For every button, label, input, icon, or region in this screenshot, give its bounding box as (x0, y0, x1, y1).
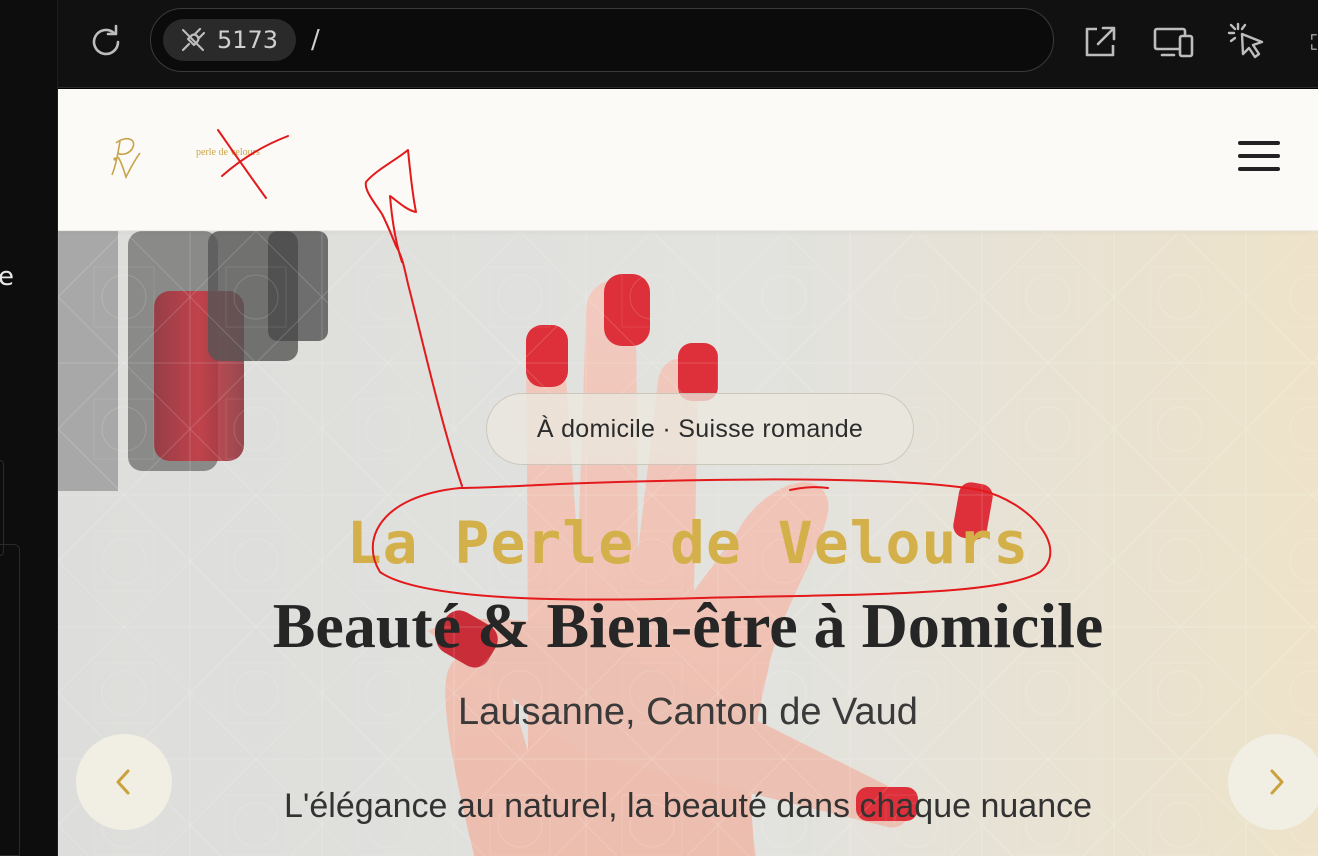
logo-wordmark[interactable]: perle de velours (196, 147, 260, 158)
browser-toolbar: 5173 / (58, 0, 1318, 88)
logo-monogram[interactable] (106, 133, 144, 183)
carousel-next-button[interactable] (1228, 734, 1318, 830)
fullscreen-icon (1311, 34, 1317, 50)
reload-button[interactable] (86, 22, 126, 62)
carousel-prev-button[interactable] (76, 734, 172, 830)
sidebar-frame (0, 460, 4, 556)
editor-side-panel: e (0, 0, 58, 856)
menu-line (1238, 167, 1280, 171)
responsive-devices-icon (1153, 27, 1194, 58)
open-external-icon (1085, 26, 1116, 57)
hero-tagline: L'élégance au naturel, la beauté dans ch… (283, 787, 1093, 825)
reload-icon (92, 24, 120, 56)
port-number: 5173 (217, 26, 279, 54)
plug-icon (181, 27, 206, 52)
page-viewport: perle de velours À domicile · Suisse rom… (58, 89, 1318, 856)
url-path[interactable]: / (311, 25, 320, 55)
site-header: perle de velours (58, 89, 1318, 231)
url-bar[interactable]: 5173 / (150, 8, 1054, 72)
element-picker-button[interactable] (1224, 18, 1272, 66)
port-chip[interactable]: 5173 (163, 19, 297, 61)
sidebar-panel-edge (0, 544, 20, 856)
sidebar-partial-text: e (0, 262, 14, 292)
hero-headline: Beauté & Bien-être à Domicile (272, 590, 1104, 661)
location-badge: À domicile · Suisse romande (486, 393, 914, 465)
hero-location: Lausanne, Canton de Vaud (458, 691, 918, 733)
monogram-icon (111, 137, 141, 180)
menu-line (1238, 154, 1280, 158)
chevron-left-icon (116, 769, 130, 795)
hero-content: À domicile · Suisse romande La Perle de … (58, 231, 1318, 856)
hero-carousel: À domicile · Suisse romande La Perle de … (58, 231, 1318, 856)
responsive-view-button[interactable] (1150, 20, 1198, 64)
brand-name: La Perle de Velours (346, 509, 1030, 577)
element-picker-icon (1227, 22, 1264, 59)
fullscreen-button[interactable] (1298, 20, 1318, 64)
chevron-right-icon (1270, 769, 1284, 795)
hamburger-menu-button[interactable] (1238, 141, 1280, 177)
open-external-button[interactable] (1078, 20, 1122, 64)
menu-line (1238, 141, 1280, 145)
